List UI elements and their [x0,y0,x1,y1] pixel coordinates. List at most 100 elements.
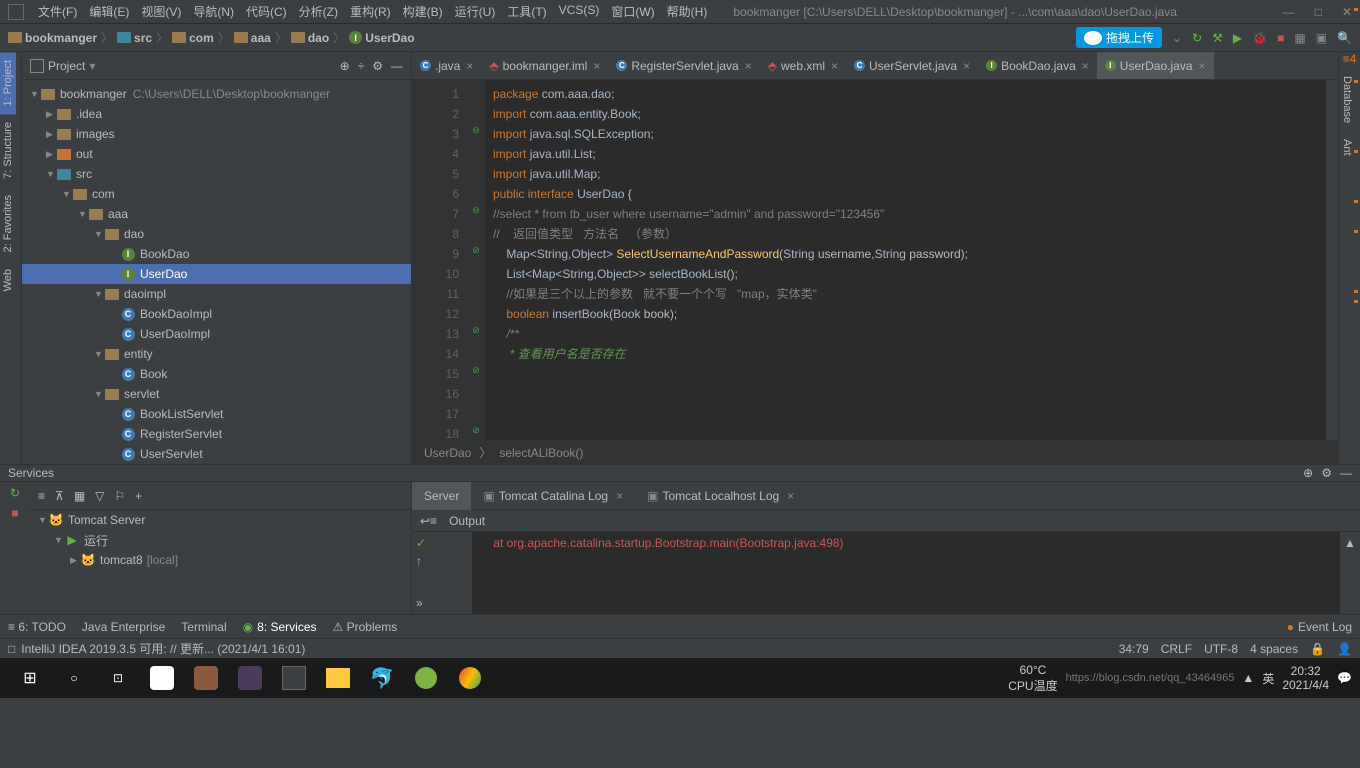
upload-button[interactable]: 拖拽上传 [1076,27,1162,48]
target-icon[interactable]: ⊕ [340,59,350,73]
editor-bc-item[interactable]: UserDao [424,446,471,460]
editor-bc-item[interactable]: selectALlBook() [499,446,583,460]
bottom-tab[interactable]: ⚠ Problems [333,620,398,634]
editor-tab[interactable]: CUserServlet.java× [846,52,978,80]
minimap[interactable] [1326,80,1338,440]
menu-item[interactable]: 导航(N) [187,1,240,22]
tree-item[interactable]: CRegisterServlet [22,424,411,444]
maximize-button[interactable]: □ [1315,5,1322,19]
close-icon[interactable]: × [466,59,473,73]
rerun-icon[interactable]: ↻ [10,486,20,500]
gear-icon[interactable]: ⚙ [1321,466,1332,480]
services-tab[interactable]: ▣Tomcat Localhost Log× [635,482,806,510]
wrap-icon[interactable]: ↩≡ [420,514,437,528]
hammer-icon[interactable]: ⚒ [1212,31,1223,45]
app-baidu[interactable] [140,658,184,698]
more-icon[interactable]: » [416,596,468,610]
collapse-icon[interactable]: ÷ [358,59,365,73]
menu-item[interactable]: 窗口(W) [605,1,660,22]
tree-item[interactable]: CUserServlet [22,444,411,464]
start-button[interactable]: ⊞ [8,658,52,698]
expand-icon[interactable]: ⊼ [55,489,64,503]
left-tab[interactable]: Web [0,261,16,299]
editor-tab[interactable]: IUserDao.java× [1097,52,1214,80]
close-icon[interactable]: × [1082,59,1089,73]
app-chrome[interactable] [448,658,492,698]
bottom-tab[interactable]: ◉ 8: Services [243,620,317,634]
menu-item[interactable]: 构建(B) [397,1,449,22]
hide-icon[interactable]: — [391,59,403,73]
menu-item[interactable]: 重构(R) [344,1,397,22]
bottom-tab[interactable]: Java Enterprise [82,620,165,634]
menu-item[interactable]: 编辑(E) [83,1,135,22]
group-icon[interactable]: ▦ [74,489,85,503]
taskview-button[interactable]: ⊡ [96,658,140,698]
project-tree[interactable]: ▼bookmangerC:\Users\DELL\Desktop\bookman… [22,80,411,464]
menu-item[interactable]: VCS(S) [553,1,606,22]
scroll-top-icon[interactable]: ▲ [1344,536,1356,550]
right-tab[interactable]: Database [1339,68,1355,131]
left-tab[interactable]: 7: Structure [0,114,16,187]
tree-item[interactable]: ▶images [22,124,411,144]
debug-icon[interactable]: 🐞 [1252,31,1267,45]
tree-item[interactable]: ▼daoimpl [22,284,411,304]
editor-tab[interactable]: ⬘bookmanger.iml× [481,52,608,80]
left-tab[interactable]: 2: Favorites [0,187,16,260]
app-intellij[interactable] [272,658,316,698]
close-icon[interactable]: × [831,59,838,73]
lock-icon[interactable]: 🔒 [1310,642,1325,656]
gear-icon[interactable]: ⚙ [372,59,383,73]
tree-item[interactable]: CBookDaoImpl [22,304,411,324]
menu-item[interactable]: 视图(V) [135,1,187,22]
ime-icon[interactable]: 英 [1262,670,1274,687]
code-editor[interactable]: 123456789101112131415161718192021 ⊖⊖⊘⊘⊘⊘… [412,80,1338,440]
breadcrumb-item[interactable]: aaa [234,31,271,45]
check-icon[interactable]: ✓ [416,536,468,550]
menu-item[interactable]: 工具(T) [501,1,552,22]
editor-tab[interactable]: CRegisterServlet.java× [608,52,759,80]
menu-item[interactable]: 分析(Z) [293,1,344,22]
tree-item[interactable]: ▶out [22,144,411,164]
cortana-button[interactable]: ○ [52,658,96,698]
minimize-button[interactable]: — [1283,5,1295,19]
output-text[interactable]: at org.apache.catalina.startup.Bootstrap… [472,532,1340,614]
tree-item[interactable]: ▼aaa [22,204,411,224]
breadcrumb-item[interactable]: dao [291,31,329,45]
notification-icon[interactable]: 💬 [1337,671,1352,685]
close-icon[interactable]: × [1199,59,1206,73]
editor-tab[interactable]: C.java× [412,52,481,80]
status-item[interactable]: UTF-8 [1204,642,1238,656]
services-tab[interactable]: ▣Tomcat Catalina Log× [471,482,635,510]
status-item[interactable]: 4 spaces [1250,642,1298,656]
bottom-tab[interactable]: Terminal [181,620,226,634]
tree-item[interactable]: ▼com [22,184,411,204]
app-6[interactable] [404,658,448,698]
tree-item[interactable]: ▼entity [22,344,411,364]
add-icon[interactable]: + [135,489,142,503]
editor-tab[interactable]: ⬘web.xml× [760,52,846,80]
tree-item[interactable]: IUserDao [22,264,411,284]
app-2[interactable] [184,658,228,698]
refresh-icon[interactable]: ↻ [1192,31,1202,45]
status-item[interactable]: 34:79 [1119,642,1149,656]
layout-icon[interactable]: ▦ [1294,31,1305,45]
svc-tree-item[interactable]: ▼▶运行 [30,530,411,550]
stop-icon[interactable]: ■ [1277,31,1284,45]
editor-tab[interactable]: IBookDao.java× [978,52,1097,80]
left-tab[interactable]: 1: Project [0,52,16,114]
tree-item[interactable]: IBookDao [22,244,411,264]
close-button[interactable]: ✕ [1342,5,1352,19]
dropdown-icon[interactable]: ⌄ [1172,31,1182,45]
services-tab[interactable]: Server [412,482,471,510]
tray-icon[interactable]: ▲ [1242,671,1254,685]
search-icon[interactable]: 🔍 [1337,31,1352,45]
menu-item[interactable]: 代码(C) [240,1,293,22]
status-item[interactable]: CRLF [1161,642,1192,656]
filter-icon[interactable]: ▽ [95,489,104,503]
svc-tree-item[interactable]: ▼🐱Tomcat Server [30,510,411,530]
settings-icon[interactable]: ▣ [1316,31,1327,45]
tree-item[interactable]: ▼servlet [22,384,411,404]
code-content[interactable]: package com.aaa.dao;import com.aaa.entit… [485,80,1326,440]
breadcrumb-item[interactable]: src [117,31,152,45]
app-3[interactable] [228,658,272,698]
